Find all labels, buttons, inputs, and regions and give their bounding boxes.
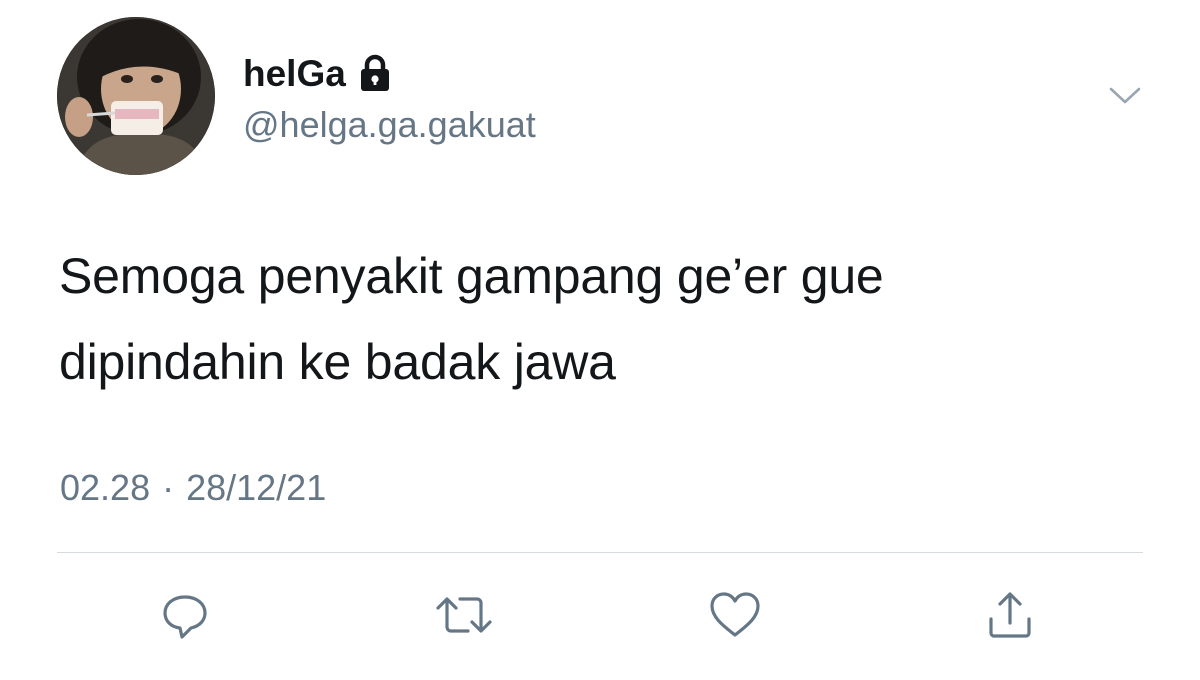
lock-icon — [360, 54, 390, 92]
user-handle[interactable]: @helga.ga.gakuat — [243, 107, 536, 143]
divider — [57, 552, 1143, 553]
avatar[interactable] — [57, 17, 215, 175]
timestamp-separator: · — [162, 467, 175, 508]
tweet-timestamp[interactable]: 02.28 · 28/12/21 — [60, 470, 326, 506]
chevron-down-icon[interactable] — [1108, 84, 1142, 108]
like-icon — [710, 592, 760, 637]
like-button[interactable] — [705, 585, 765, 645]
tweet-card: helGa @helga.ga.gakuat Semoga penyakit g… — [0, 0, 1200, 680]
reply-icon — [163, 595, 207, 639]
avatar-image — [57, 17, 215, 175]
reply-button[interactable] — [155, 585, 215, 645]
tweet-text-line: Semoga penyakit gampang ge’er gue — [59, 248, 884, 304]
share-icon — [989, 592, 1031, 638]
retweet-button[interactable] — [434, 585, 494, 645]
tweet-time: 02.28 — [60, 467, 151, 508]
display-name-row: helGa — [243, 50, 390, 96]
share-button[interactable] — [980, 585, 1040, 645]
tweet-text-line: dipindahin ke badak jawa — [59, 334, 616, 390]
retweet-icon — [436, 597, 492, 633]
tweet-text: Semoga penyakit gampang ge’er gue dipind… — [59, 233, 1159, 405]
display-name[interactable]: helGa — [243, 55, 346, 92]
tweet-date: 28/12/21 — [186, 467, 327, 508]
